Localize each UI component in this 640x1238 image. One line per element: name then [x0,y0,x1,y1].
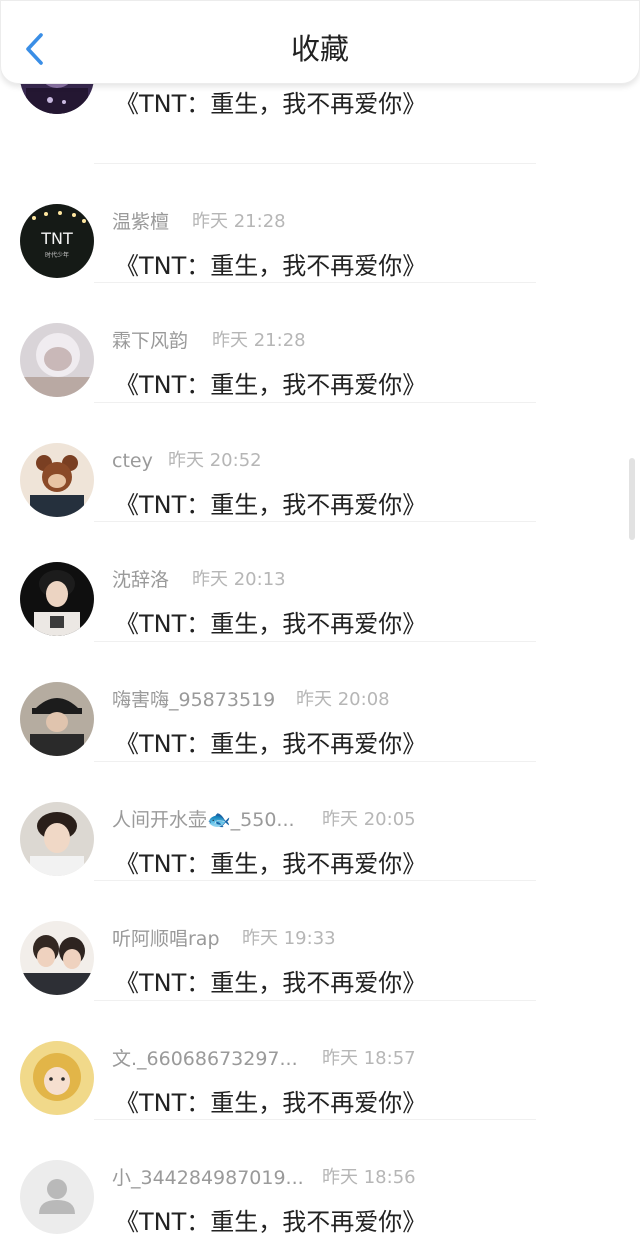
item-meta: 听阿顺唱rap 昨天 19:33 [112,924,336,954]
page-title: 收藏 [290,32,349,66]
novel-title[interactable]: 《TNT：重生，我不再爱你》 [115,724,426,759]
avatar[interactable] [20,1040,94,1115]
item-meta: ctey 昨天 20:52 [112,446,262,476]
list-item[interactable]: 嗨害嗨_95873519 昨天 20:08 《TNT：重生，我不再爱你》 [0,640,640,762]
avatar[interactable] [20,801,94,876]
svg-text:时代少年: 时代少年 [45,251,69,259]
item-meta: 温紫檀 昨天 21:28 [112,207,286,237]
avatar[interactable]: TNT 时代少年 [20,203,94,278]
favorites-list: 《TNT：重生，我不再爱你》 TNT 时代少年 温紫檀 昨天 21:28 《TN… [0,40,640,1238]
user-name: 温紫檀 [112,210,170,233]
timestamp: 昨天 21:28 [192,210,286,232]
timestamp: 昨天 20:08 [296,688,390,710]
novel-title[interactable]: 《TNT：重生，我不再爱你》 [115,963,426,998]
avatar[interactable] [20,562,94,637]
item-meta: 霖下风韵 昨天 21:28 [112,326,306,356]
list-item[interactable]: ctey 昨天 20:52 《TNT：重生，我不再爱你》 [0,401,640,523]
novel-title[interactable]: 《TNT：重生，我不再爱你》 [115,485,426,520]
avatar[interactable] [20,323,94,398]
user-name: 小_344284987019... [112,1167,304,1190]
user-name: 人间开水壶🐟_550... [112,808,295,831]
novel-title[interactable]: 《TNT：重生，我不再爱你》 [115,1083,426,1118]
scrollbar[interactable] [629,458,635,540]
list-item[interactable]: 听阿顺唱rap 昨天 19:33 《TNT：重生，我不再爱你》 [0,879,640,1001]
timestamp: 昨天 18:56 [322,1167,416,1189]
list-item[interactable]: 霖下风韵 昨天 21:28 《TNT：重生，我不再爱你》 [0,281,640,403]
list-item[interactable]: 小_344284987019... 昨天 18:56 《TNT：重生，我不再爱你… [0,1118,640,1238]
novel-title[interactable]: 《TNT：重生，我不再爱你》 [115,604,426,639]
avatar[interactable] [20,681,94,756]
item-meta: 人间开水壶🐟_550... 昨天 20:05 [112,805,416,835]
novel-title[interactable]: 《TNT：重生，我不再爱你》 [115,365,426,400]
default-user-icon [20,1160,94,1235]
novel-title[interactable]: 《TNT：重生，我不再爱你》 [115,84,426,119]
novel-title[interactable]: 《TNT：重生，我不再爱你》 [115,844,426,879]
user-name: 沈辞洛 [112,569,170,592]
list-item[interactable]: TNT 时代少年 温紫檀 昨天 21:28 《TNT：重生，我不再爱你》 [0,162,640,284]
novel-title[interactable]: 《TNT：重生，我不再爱你》 [115,246,426,281]
timestamp: 昨天 19:33 [242,928,336,950]
timestamp: 昨天 20:13 [192,569,286,591]
timestamp: 昨天 18:57 [322,1047,416,1069]
timestamp: 昨天 20:05 [322,808,416,830]
timestamp: 昨天 20:52 [168,449,262,471]
avatar[interactable] [20,1160,94,1235]
avatar[interactable] [20,442,94,517]
user-name: ctey [112,449,153,472]
timestamp: 昨天 21:28 [212,330,306,352]
list-item[interactable]: 沈辞洛 昨天 20:13 《TNT：重生，我不再爱你》 [0,520,640,642]
user-name: 嗨害嗨_95873519 [112,688,276,711]
list-item[interactable]: 文._66068673297... 昨天 18:57 《TNT：重生，我不再爱你… [0,999,640,1121]
avatar[interactable] [20,921,94,996]
user-name: 霖下风韵 [112,330,189,353]
user-name: 文._66068673297... [112,1047,298,1070]
item-meta: 小_344284987019... 昨天 18:56 [112,1163,416,1193]
svg-text:TNT: TNT [40,229,73,248]
user-name: 听阿顺唱rap [112,928,220,951]
item-meta: 嗨害嗨_95873519 昨天 20:08 [112,685,390,715]
item-meta: 沈辞洛 昨天 20:13 [112,565,286,595]
item-meta: 文._66068673297... 昨天 18:57 [112,1044,416,1074]
top-bar: 收藏 [0,0,640,84]
novel-title[interactable]: 《TNT：重生，我不再爱你》 [115,1202,426,1237]
list-item[interactable]: 人间开水壶🐟_550... 昨天 20:05 《TNT：重生，我不再爱你》 [0,760,640,882]
